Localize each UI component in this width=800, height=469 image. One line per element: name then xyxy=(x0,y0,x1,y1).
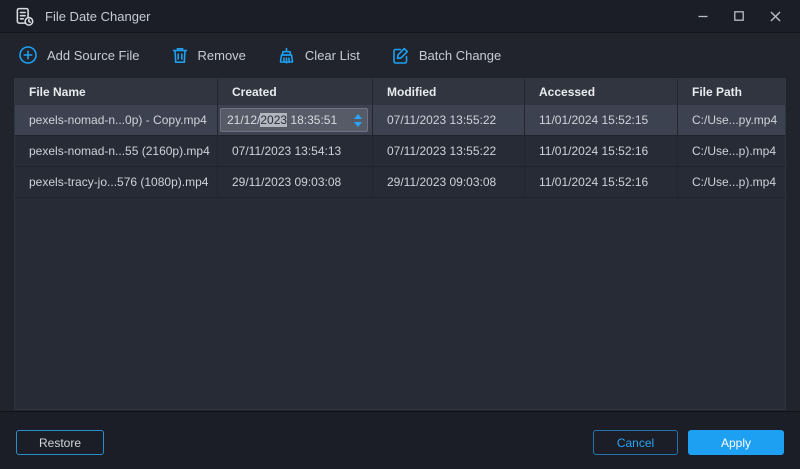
app-logo-icon xyxy=(14,6,35,27)
table-row[interactable]: pexels-nomad-n...0p) - Copy.mp4 21/12/20… xyxy=(15,105,785,136)
spin-down-button[interactable] xyxy=(354,122,362,127)
apply-button[interactable]: Apply xyxy=(688,430,784,455)
cell-modified: 07/11/2023 13:55:22 xyxy=(373,136,525,166)
date-spinner xyxy=(352,114,364,127)
cell-modified: 07/11/2023 13:55:22 xyxy=(373,105,525,135)
cell-created: 21/12/2023 18:35:51 xyxy=(218,105,373,135)
trash-icon xyxy=(171,46,189,65)
edit-square-icon xyxy=(391,46,410,65)
cell-created: 07/11/2023 13:54:13 xyxy=(218,136,373,166)
column-header-accessed: Accessed xyxy=(525,79,678,105)
cell-created: 29/11/2023 09:03:08 xyxy=(218,167,373,197)
cell-file-path: C:/Use...p).mp4 xyxy=(678,136,785,166)
cancel-button[interactable]: Cancel xyxy=(593,430,678,455)
restore-button[interactable]: Restore xyxy=(16,430,104,455)
add-circle-icon xyxy=(18,45,38,65)
column-header-file-name: File Name xyxy=(15,79,218,105)
cell-modified: 29/11/2023 09:03:08 xyxy=(373,167,525,197)
clear-list-button[interactable]: Clear List xyxy=(277,46,360,65)
batch-change-label: Batch Change xyxy=(419,48,501,63)
table-header: File Name Created Modified Accessed File… xyxy=(15,79,785,105)
close-icon[interactable] xyxy=(760,3,790,29)
cell-accessed: 11/01/2024 15:52:15 xyxy=(525,105,678,135)
remove-button[interactable]: Remove xyxy=(171,46,246,65)
cell-file-name: pexels-tracy-jo...576 (1080p).mp4 xyxy=(15,167,218,197)
footer-bar: Restore Cancel Apply xyxy=(0,411,800,469)
batch-change-button[interactable]: Batch Change xyxy=(391,46,501,65)
file-table: File Name Created Modified Accessed File… xyxy=(14,78,786,410)
column-header-created: Created xyxy=(218,79,373,105)
date-segment-selected: 2023 xyxy=(260,113,287,127)
add-source-file-button[interactable]: Add Source File xyxy=(18,45,140,65)
created-date-editor[interactable]: 21/12/2023 18:35:51 xyxy=(220,108,368,132)
title-bar: File Date Changer xyxy=(0,0,800,33)
date-segment: 18:35:51 xyxy=(287,113,337,127)
add-source-file-label: Add Source File xyxy=(47,48,140,63)
column-header-modified: Modified xyxy=(373,79,525,105)
toolbar: Add Source File Remove Clea xyxy=(0,34,800,76)
table-row[interactable]: pexels-tracy-jo...576 (1080p).mp4 29/11/… xyxy=(15,167,785,198)
date-segment: 21/12/ xyxy=(227,113,260,127)
spin-up-button[interactable] xyxy=(354,114,362,119)
cell-accessed: 11/01/2024 15:52:16 xyxy=(525,167,678,197)
cell-file-name: pexels-nomad-n...0p) - Copy.mp4 xyxy=(15,105,218,135)
cell-file-path: C:/Use...p).mp4 xyxy=(678,167,785,197)
cell-file-name: pexels-nomad-n...55 (2160p).mp4 xyxy=(15,136,218,166)
broom-icon xyxy=(277,46,296,65)
cell-accessed: 11/01/2024 15:52:16 xyxy=(525,136,678,166)
maximize-icon[interactable] xyxy=(724,3,754,29)
cell-file-path: C:/Use...py.mp4 xyxy=(678,105,785,135)
remove-label: Remove xyxy=(198,48,246,63)
app-window: File Date Changer Add Source File xyxy=(0,0,800,469)
window-title: File Date Changer xyxy=(45,9,151,24)
table-row[interactable]: pexels-nomad-n...55 (2160p).mp4 07/11/20… xyxy=(15,136,785,167)
window-controls xyxy=(688,3,790,29)
column-header-file-path: File Path xyxy=(678,79,785,105)
clear-list-label: Clear List xyxy=(305,48,360,63)
minimize-icon[interactable] xyxy=(688,3,718,29)
